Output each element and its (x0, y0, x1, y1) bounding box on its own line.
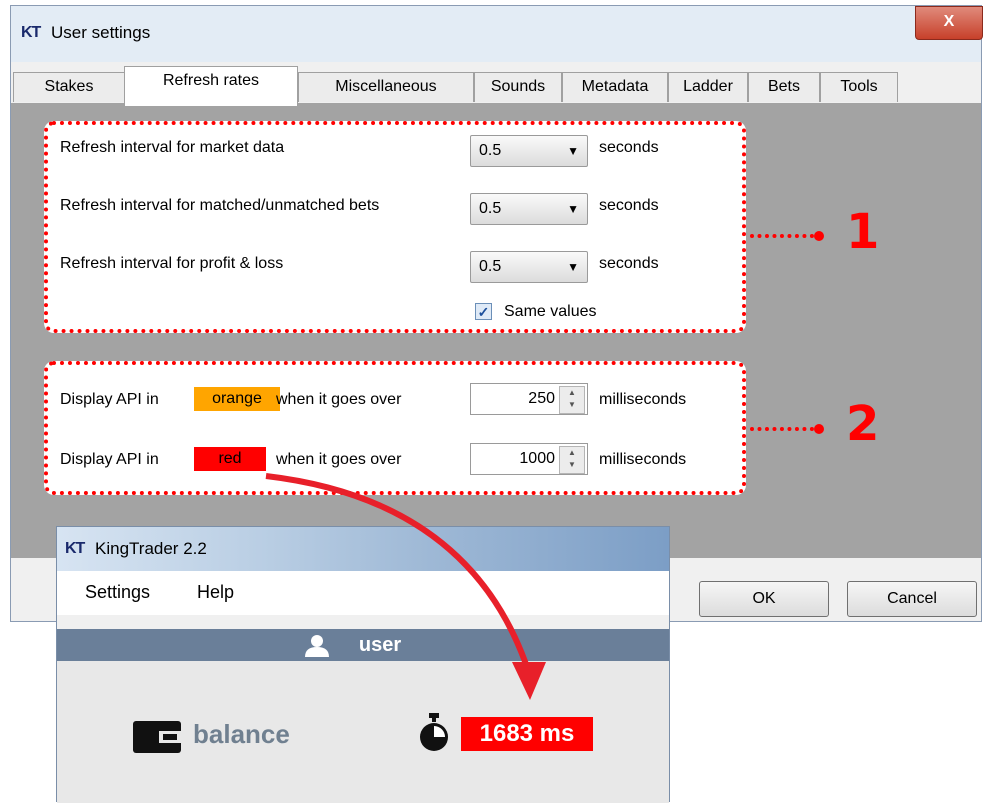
pnl-interval-value: 0.5 (479, 258, 502, 275)
kingtrader-window: KT KingTrader 2.2 Settings Help user bal… (56, 526, 670, 803)
callout-2-line (750, 427, 814, 431)
red-color-swatch[interactable]: red (194, 447, 266, 471)
kt-logo-icon: KT (21, 24, 41, 41)
stopwatch-icon (420, 713, 448, 751)
red-threshold-spinner[interactable]: 1000 ▲ ▼ (470, 443, 588, 475)
callout-1-line (750, 234, 814, 238)
chevron-down-icon: ▼ (567, 202, 579, 216)
callout-2-dot (814, 424, 824, 434)
spinner-arrows-icon[interactable]: ▲ ▼ (559, 446, 585, 474)
tab-tools[interactable]: Tools (820, 72, 898, 102)
wallet-icon (133, 721, 181, 753)
red-row-prefix: Display API in (60, 451, 159, 468)
market-data-label: Refresh interval for market data (60, 139, 285, 156)
bets-interval-select[interactable]: 0.5 ▼ (470, 193, 588, 225)
bets-interval-value: 0.5 (479, 200, 502, 217)
window-title: User settings (51, 23, 151, 42)
market-data-interval-value: 0.5 (479, 142, 502, 159)
tab-bets[interactable]: Bets (748, 72, 820, 102)
callout-2-number: 2 (846, 396, 880, 452)
api-display-group: Display API in orange when it goes over … (44, 361, 746, 495)
menu-help[interactable]: Help (197, 582, 234, 603)
callout-1-dot (814, 231, 824, 241)
pnl-interval-label: Refresh interval for profit & loss (60, 255, 284, 272)
bets-interval-label: Refresh interval for matched/unmatched b… (60, 197, 380, 214)
pnl-interval-select[interactable]: 0.5 ▼ (470, 251, 588, 283)
chevron-down-icon: ▼ (567, 260, 579, 274)
tab-ladder[interactable]: Ladder (668, 72, 748, 102)
tab-strip: Stakes Refresh rates Miscellaneous Sound… (11, 66, 981, 106)
red-threshold-value: 1000 (519, 450, 555, 467)
orange-threshold-spinner[interactable]: 250 ▲ ▼ (470, 383, 588, 415)
tab-miscellaneous[interactable]: Miscellaneous (298, 72, 474, 102)
api-latency-badge: 1683 ms (461, 717, 593, 751)
balance-label: balance (193, 719, 290, 749)
red-row-suffix: when it goes over (276, 451, 402, 468)
username-label: user (358, 634, 402, 656)
orange-color-swatch[interactable]: orange (194, 387, 280, 411)
tab-stakes[interactable]: Stakes (13, 72, 125, 102)
same-values-checkbox[interactable]: ✓ (475, 303, 492, 320)
close-button[interactable]: X (915, 6, 983, 40)
market-data-interval-select[interactable]: 0.5 ▼ (470, 135, 588, 167)
kingtrader-status-panel: balance 1683 ms (57, 661, 669, 803)
tab-refresh-rates[interactable]: Refresh rates (124, 66, 298, 106)
kingtrader-title-bar: KT KingTrader 2.2 (57, 527, 669, 571)
red-threshold-unit: milliseconds (599, 451, 687, 468)
bets-interval-unit: seconds (599, 197, 659, 214)
user-label-wrap: user (57, 629, 669, 661)
orange-row-prefix: Display API in (60, 391, 159, 408)
same-values-label: Same values (504, 303, 597, 320)
orange-threshold-unit: milliseconds (599, 391, 687, 408)
cancel-button[interactable]: Cancel (847, 581, 977, 617)
tab-sounds[interactable]: Sounds (474, 72, 562, 102)
kt-logo-icon: KT (65, 540, 85, 557)
orange-threshold-value: 250 (528, 390, 555, 407)
market-data-unit: seconds (599, 139, 659, 156)
user-bar: user (57, 629, 669, 661)
refresh-intervals-group: Refresh interval for market data 0.5 ▼ s… (44, 121, 746, 333)
orange-row-suffix: when it goes over (276, 391, 402, 408)
kingtrader-menu-bar: Settings Help (57, 571, 669, 615)
spinner-arrows-icon[interactable]: ▲ ▼ (559, 386, 585, 414)
refresh-rates-panel: Refresh interval for market data 0.5 ▼ s… (11, 103, 981, 558)
chevron-down-icon: ▼ (567, 144, 579, 158)
kingtrader-title: KingTrader 2.2 (95, 539, 207, 558)
pnl-interval-unit: seconds (599, 255, 659, 272)
settings-title-bar: KT User settings X (11, 6, 983, 62)
ok-button[interactable]: OK (699, 581, 829, 617)
callout-1-number: 1 (846, 204, 880, 260)
tab-metadata[interactable]: Metadata (562, 72, 668, 102)
menu-settings[interactable]: Settings (85, 582, 150, 603)
